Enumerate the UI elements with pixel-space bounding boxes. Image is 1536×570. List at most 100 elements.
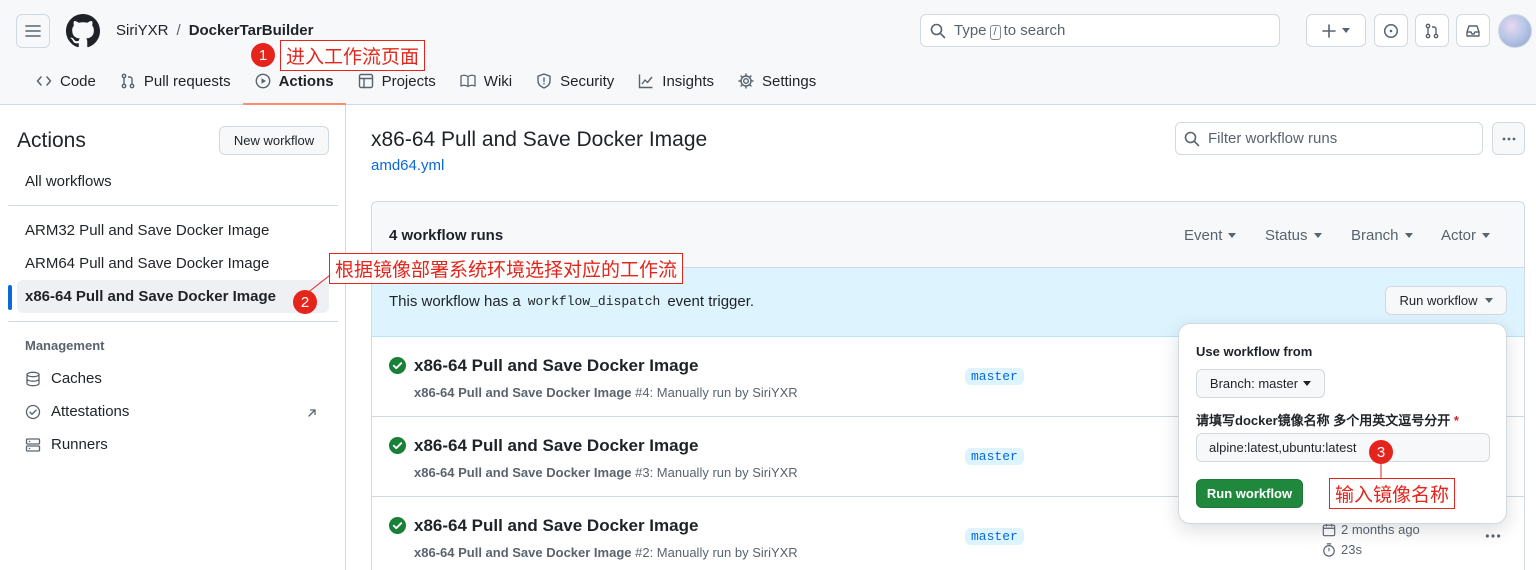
dispatch-suffix: event trigger. [667, 293, 755, 310]
filter-actor-dropdown[interactable]: Actor [1441, 227, 1491, 244]
run-duration: 23s [1322, 542, 1362, 557]
menu-button[interactable] [16, 14, 50, 48]
dispatch-code: workflow_dispatch [527, 294, 661, 309]
inbox-icon [1466, 24, 1480, 37]
tab-code[interactable]: Code [24, 66, 108, 96]
sidebar-item-label: Caches [51, 370, 102, 387]
selected-indicator [8, 285, 12, 310]
filter-placeholder: Filter workflow runs [1208, 130, 1338, 147]
hamburger-icon [25, 25, 41, 37]
sidebar-divider [8, 205, 338, 206]
tab-settings[interactable]: Settings [726, 66, 828, 96]
sidebar-item-x86-64[interactable]: x86-64 Pull and Save Docker Image [17, 280, 329, 313]
workflow-file-link[interactable]: amd64.yml [371, 157, 444, 174]
run-date-text: 2 months ago [1341, 522, 1420, 537]
run-duration-text: 23s [1341, 542, 1362, 557]
success-check-icon [389, 517, 406, 534]
tab-label: Settings [762, 72, 817, 90]
branch-tag[interactable]: master [965, 368, 1024, 385]
create-new-button[interactable] [1306, 14, 1366, 47]
sidebar-divider [8, 321, 338, 322]
database-icon [26, 371, 40, 386]
issue-icon [1383, 23, 1399, 38]
sidebar-item-arm32[interactable]: ARM32 Pull and Save Docker Image [17, 214, 329, 247]
filter-label: Status [1265, 227, 1308, 244]
verified-icon [25, 404, 41, 419]
search-icon [1184, 131, 1200, 146]
run-workflow-name: x86-64 Pull and Save Docker Image [414, 465, 632, 480]
gear-icon [738, 73, 754, 89]
search-input[interactable]: Type / to search [920, 14, 1280, 47]
annotation-badge-2: 2 [293, 290, 317, 314]
new-workflow-button[interactable]: New workflow [219, 126, 329, 155]
pull-request-icon [1425, 23, 1439, 38]
run-subtitle: x86-64 Pull and Save Docker Image #4: Ma… [414, 385, 798, 400]
sidebar-item-caches[interactable]: Caches [25, 370, 102, 387]
tab-label: Wiki [483, 72, 513, 90]
success-check-icon [389, 437, 406, 454]
chevron-down-icon [1484, 298, 1493, 303]
filter-label: Actor [1441, 227, 1477, 244]
github-logo-icon[interactable] [66, 14, 100, 48]
tab-label: Pull requests [143, 72, 231, 90]
chevron-down-icon [1228, 233, 1237, 238]
search-suffix: to search [1003, 21, 1066, 39]
run-date: 2 months ago [1322, 522, 1420, 537]
breadcrumb-separator: / [176, 22, 181, 39]
filter-event-dropdown[interactable]: Event [1184, 227, 1237, 244]
sidebar-item-arm64[interactable]: ARM64 Pull and Save Docker Image [17, 247, 329, 280]
chevron-down-icon [1303, 381, 1312, 386]
external-link-icon[interactable] [306, 407, 318, 419]
tab-pull-requests[interactable]: Pull requests [108, 66, 243, 96]
sidebar-item-all-workflows[interactable]: All workflows [17, 165, 329, 198]
sidebar-title: Actions [17, 129, 86, 152]
sidebar-item-label: Attestations [51, 403, 130, 420]
repo-owner-link[interactable]: SiriYXR [116, 22, 169, 39]
chevron-down-icon [1313, 233, 1322, 238]
user-avatar[interactable] [1498, 14, 1532, 48]
run-detail: #4: Manually run by SiriYXR [635, 385, 798, 400]
plus-icon [1322, 23, 1336, 38]
tab-insights[interactable]: Insights [626, 66, 726, 96]
run-title-link[interactable]: x86-64 Pull and Save Docker Image [414, 356, 698, 376]
repo-name-link[interactable]: DockerTarBuilder [189, 22, 314, 39]
kebab-horizontal-icon[interactable] [1484, 527, 1502, 545]
run-workflow-dropdown-button[interactable]: Run workflow [1385, 286, 1507, 315]
book-icon [460, 74, 476, 88]
graph-icon [639, 74, 653, 89]
filter-branch-dropdown[interactable]: Branch [1351, 227, 1413, 244]
repo-nav-tabs: Code Pull requests Actions Projects Wiki… [24, 66, 828, 105]
branch-select[interactable]: Branch: master [1196, 369, 1325, 398]
image-name-input[interactable]: alpine:latest,ubuntu:latest [1196, 433, 1490, 462]
run-detail: #2: Manually run by SiriYXR [635, 545, 798, 560]
annotation-label-2: 根据镜像部署系统环境选择对应的工作流 [329, 253, 684, 284]
chevron-down-icon [1482, 233, 1491, 238]
code-icon [36, 76, 52, 86]
run-title-link[interactable]: x86-64 Pull and Save Docker Image [414, 436, 698, 456]
tab-wiki[interactable]: Wiki [448, 66, 524, 96]
search-prefix: Type [954, 21, 987, 39]
tab-security[interactable]: Security [524, 66, 626, 96]
breadcrumb: SiriYXR / DockerTarBuilder [116, 22, 313, 39]
stopwatch-icon [1323, 542, 1335, 557]
search-icon [930, 23, 946, 38]
global-header: SiriYXR / DockerTarBuilder Type / to searc… [0, 0, 1536, 105]
filter-workflow-runs-input[interactable]: Filter workflow runs [1175, 122, 1483, 155]
issues-button[interactable] [1374, 14, 1408, 47]
run-subtitle: x86-64 Pull and Save Docker Image #2: Ma… [414, 545, 798, 560]
filter-status-dropdown[interactable]: Status [1265, 227, 1322, 244]
branch-tag[interactable]: master [965, 448, 1024, 465]
pull-requests-button[interactable] [1415, 14, 1449, 47]
sidebar-item-attestations[interactable]: Attestations [25, 403, 129, 420]
play-icon [255, 73, 270, 89]
branch-select-label: Branch: master [1209, 376, 1299, 391]
sidebar-item-runners[interactable]: Runners [25, 436, 108, 453]
run-workflow-submit-button[interactable]: Run workflow [1196, 479, 1303, 508]
tab-label: Code [60, 72, 96, 90]
inbox-button[interactable] [1456, 14, 1490, 47]
run-title-link[interactable]: x86-64 Pull and Save Docker Image [414, 516, 698, 536]
more-options-button[interactable] [1492, 122, 1525, 155]
filter-label: Branch [1351, 227, 1399, 244]
branch-tag[interactable]: master [965, 528, 1024, 545]
annotation-leader-line [1380, 463, 1382, 479]
